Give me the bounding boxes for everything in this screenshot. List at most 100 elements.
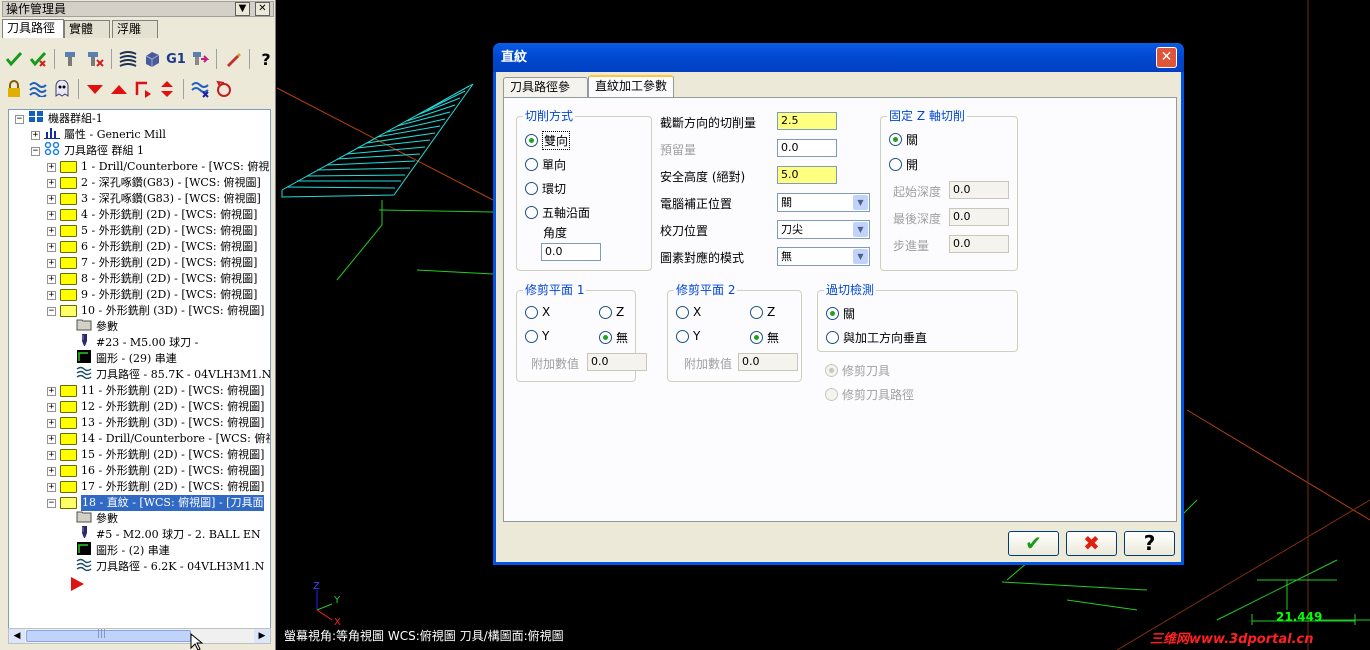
expand-toggle-icon[interactable]: +	[47, 402, 56, 412]
help-icon[interactable]: ?	[256, 49, 276, 69]
fixed-z-on-radio[interactable]: 開	[889, 156, 918, 173]
expand-toggle-icon[interactable]: +	[47, 482, 56, 492]
select-all-check-icon[interactable]	[4, 49, 24, 69]
final-depth-input[interactable]: 0.0	[949, 208, 1009, 226]
expand-toggle-icon[interactable]: +	[47, 194, 56, 204]
trim2-x-radio[interactable]: X	[676, 305, 701, 319]
regen-check-icon[interactable]	[28, 49, 48, 69]
scroll-thumb[interactable]: |||	[26, 629, 191, 642]
tree-item[interactable]: +17 - 外形銑削 (2D) - [WCS: 俯視圖]	[47, 479, 264, 495]
g1-icon[interactable]: G1	[166, 49, 186, 69]
tab-relief[interactable]: 浮雕	[112, 20, 158, 38]
tree-item[interactable]: − 10 - 外形銑削 (3D) - [WCS: 俯視圖]	[47, 303, 264, 319]
cut-method-circular-radio[interactable]: 環切	[525, 180, 566, 197]
tool-select-icon[interactable]	[61, 49, 81, 69]
help-button[interactable]: ?	[1124, 531, 1175, 556]
sync-mode-select[interactable]: 無 ▼	[777, 247, 870, 266]
cut-method-bidirectional-radio[interactable]: 雙向	[525, 131, 571, 150]
tree-item[interactable]: +4 - 外形銑削 (2D) - [WCS: 俯視圖]	[47, 207, 257, 223]
expand-toggle-icon[interactable]: +	[47, 226, 56, 236]
tree-item[interactable]: +6 - 外形銑削 (2D) - [WCS: 俯視圖]	[47, 239, 257, 255]
tree-item[interactable]: +13 - 外形銑削 (3D) - [WCS: 俯視圖]	[47, 415, 264, 431]
wave-icon[interactable]	[28, 79, 48, 99]
tree-item[interactable]: 參數	[63, 511, 118, 527]
tree-item[interactable]: +11 - 外形銑削 (2D) - [WCS: 俯視圖]	[47, 383, 264, 399]
tree-item[interactable]: 刀具路徑 - 6.2K - 04VLH3M1.N	[63, 558, 264, 575]
trim2-none-radio[interactable]: 無	[750, 329, 779, 346]
tree-item[interactable]: 刀具路徑 - 85.7K - 04VLH3M1.N	[63, 366, 270, 383]
trim1-none-radio[interactable]: 無	[599, 329, 628, 346]
cancel-button[interactable]: ✖	[1066, 531, 1117, 556]
tree-item[interactable]: 圖形 - (2) 串連	[63, 542, 170, 559]
tree-item[interactable]: +12 - 外形銑削 (2D) - [WCS: 俯視圖]	[47, 399, 264, 415]
expand-toggle-icon[interactable]: −	[31, 146, 40, 156]
tab-ruled-params[interactable]: 直紋加工參數	[588, 75, 674, 98]
tree-item[interactable]: +3 - 深孔啄鑽(G83) - [WCS: 俯視圖]	[47, 191, 261, 207]
tree-item[interactable]: + 屬性 - Generic Mill	[31, 127, 166, 143]
move-down-icon[interactable]	[85, 79, 105, 99]
trim1-x-radio[interactable]: X	[525, 305, 550, 319]
tree-item[interactable]: #23 - M5.00 球刀 -	[63, 334, 198, 351]
trim1-z-radio[interactable]: Z	[599, 305, 624, 319]
toolpath-icon[interactable]	[118, 49, 138, 69]
tree-item[interactable]: +7 - 外形銑削 (2D) - [WCS: 俯視圖]	[47, 255, 257, 271]
tree-item[interactable]: +2 - 深孔啄鑽(G83) - [WCS: 俯視圖]	[47, 175, 261, 191]
tab-toolpaths[interactable]: 刀具路徑	[2, 19, 64, 38]
tree-item[interactable]: +15 - 外形銑削 (2D) - [WCS: 俯視圖]	[47, 447, 264, 463]
tool-deselect-icon[interactable]	[85, 49, 105, 69]
angle-input[interactable]: 0.0	[541, 243, 601, 261]
tree-item[interactable]: 圖形 - (29) 串連	[63, 350, 177, 367]
stock-to-leave-input[interactable]: 0.0	[777, 139, 837, 157]
trim-tool-radio[interactable]: 修剪刀具	[825, 362, 890, 379]
tip-select[interactable]: 刀尖 ▼	[777, 220, 870, 239]
tree-item[interactable]: − 18 - 直紋 - [WCS: 俯視圖] - [刀具面	[47, 495, 265, 511]
trim2-y-radio[interactable]: Y	[676, 329, 700, 343]
step-input[interactable]: 0.0	[949, 235, 1009, 253]
trim2-z-radio[interactable]: Z	[750, 305, 775, 319]
fixed-z-off-radio[interactable]: 關	[889, 131, 918, 148]
tree-item[interactable]: +9 - 外形銑削 (2D) - [WCS: 俯視圖]	[47, 287, 257, 303]
move-up-icon[interactable]	[109, 79, 129, 99]
tree-item[interactable]: +14 - Drill/Counterbore - [WCS: 俯視圖	[47, 431, 270, 447]
expand-toggle-icon[interactable]: +	[47, 386, 56, 396]
tree-item[interactable]: − 刀具路徑 群組 1	[31, 142, 144, 159]
dialog-close-button[interactable]: ✕	[1156, 47, 1177, 68]
tree-item[interactable]: 參數	[63, 319, 118, 335]
expand-toggle-icon[interactable]: +	[47, 450, 56, 460]
trim-toolpath-radio[interactable]: 修剪刀具路徑	[825, 386, 914, 403]
scroll-left-icon[interactable]: ◀	[9, 629, 25, 643]
trim1-y-radio[interactable]: Y	[525, 329, 549, 343]
lock-icon[interactable]	[4, 79, 24, 99]
expand-toggle-icon[interactable]: +	[31, 130, 40, 140]
expand-toggle-icon[interactable]: +	[47, 242, 56, 252]
expand-toggle-icon[interactable]: −	[15, 114, 24, 124]
rotate-icon[interactable]	[214, 79, 234, 99]
ghost-icon[interactable]	[52, 79, 72, 99]
expand-toggle-icon[interactable]: +	[47, 434, 56, 444]
stepover-input[interactable]: 2.5	[777, 112, 837, 130]
trim1-extra-input[interactable]: 0.0	[587, 353, 647, 371]
insert-arrow-icon[interactable]	[133, 79, 153, 99]
tree-item[interactable]: #5 - M2.00 球刀 - 2. BALL EN	[63, 526, 261, 543]
gouge-perpendicular-radio[interactable]: 與加工方向垂直	[826, 329, 927, 346]
expand-toggle-icon[interactable]: −	[47, 306, 56, 316]
tree-item[interactable]: +1 - Drill/Counterbore - [WCS: 俯視圖	[47, 159, 270, 175]
tab-toolpath-params[interactable]: 刀具路徑參數	[503, 77, 588, 112]
tree-item[interactable]: +5 - 外形銑削 (2D) - [WCS: 俯視圖]	[47, 223, 257, 239]
toolpath-display-icon[interactable]	[190, 79, 210, 99]
clearance-input[interactable]: 5.0	[777, 166, 837, 184]
tree-item[interactable]: +16 - 外形銑削 (2D) - [WCS: 俯視圖]	[47, 463, 264, 479]
expand-toggle-icon[interactable]: +	[47, 162, 56, 172]
panel-close-button[interactable]: ✕	[255, 2, 270, 16]
trim2-extra-input[interactable]: 0.0	[738, 353, 798, 371]
expand-toggle-icon[interactable]: +	[47, 178, 56, 188]
expand-toggle-icon[interactable]: +	[47, 274, 56, 284]
panel-pin-button[interactable]: ▼	[235, 2, 250, 16]
move-updown-icon[interactable]	[157, 79, 177, 99]
start-depth-input[interactable]: 0.0	[949, 181, 1009, 199]
tree-horizontal-scrollbar[interactable]: ◀ ||| ▶	[8, 628, 271, 644]
gouge-off-radio[interactable]: 關	[826, 305, 855, 322]
tab-solids[interactable]: 實體	[64, 20, 110, 38]
expand-toggle-icon[interactable]: +	[47, 290, 56, 300]
expand-toggle-icon[interactable]: +	[47, 466, 56, 476]
